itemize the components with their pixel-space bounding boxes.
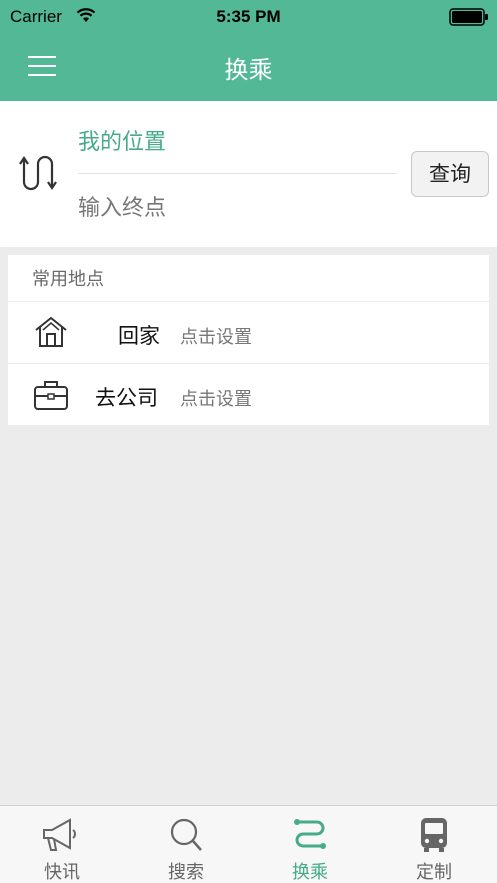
tab-bar: 快讯 搜索 换乘 定制 [0, 805, 497, 883]
status-bar: Carrier 5:35 PM [0, 0, 497, 34]
tab-label-custom: 定制 [416, 862, 452, 883]
destination-input[interactable]: 输入终点 [78, 190, 396, 226]
battery-icon [449, 8, 488, 26]
place-hint-company: 点击设置 [180, 389, 252, 410]
place-hint-home: 点击设置 [180, 327, 252, 348]
place-name-home: 回家 [118, 324, 160, 348]
field-divider [78, 173, 396, 174]
tab-search[interactable]: 搜索 [124, 806, 248, 883]
tab-custom[interactable]: 定制 [372, 806, 496, 883]
tab-transfer[interactable]: 换乘 [248, 806, 372, 883]
bus-icon [421, 818, 447, 852]
clock-time: 5:35 PM [216, 7, 281, 26]
tab-news[interactable]: 快讯 [0, 806, 124, 883]
search-icon [170, 818, 202, 851]
navigation-header: Carrier 5:35 PM 换乘 [0, 0, 497, 101]
page-title: 换乘 [224, 56, 273, 84]
swap-route-icon[interactable] [18, 152, 58, 194]
tab-label-news: 快讯 [44, 862, 80, 883]
place-name-company: 去公司 [95, 386, 158, 410]
home-icon [35, 316, 67, 347]
divider [8, 301, 489, 302]
transfer-route-icon [294, 819, 326, 849]
briefcase-icon [34, 381, 68, 410]
tab-label-transfer: 换乘 [292, 862, 328, 883]
query-button[interactable]: 查询 [411, 151, 489, 197]
divider [8, 363, 489, 364]
frequent-places-header: 常用地点 [32, 269, 104, 290]
start-location-field[interactable]: 我的位置 [78, 124, 396, 160]
tab-label-search: 搜索 [168, 862, 204, 883]
megaphone-icon [43, 818, 76, 851]
